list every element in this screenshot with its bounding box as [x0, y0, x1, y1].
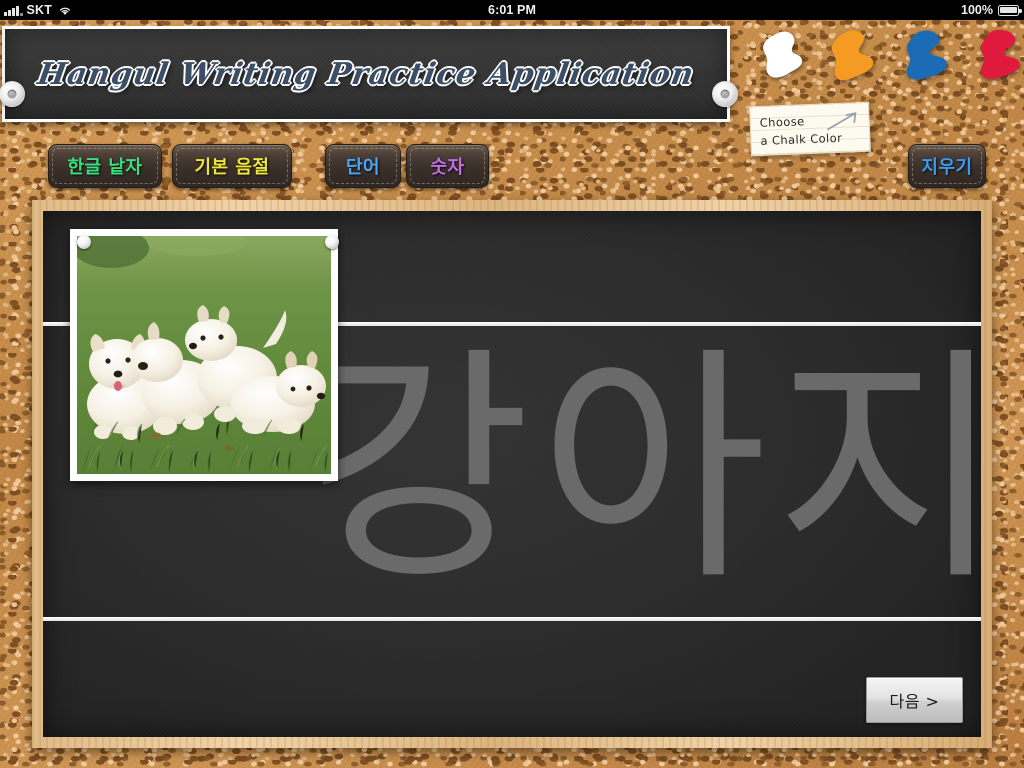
chalk-color-picker [756, 28, 1020, 92]
clock-label: 6:01 PM [488, 3, 536, 17]
status-bar-right: 100% [961, 3, 1022, 17]
blackboard-writing-area[interactable]: 강아지 다음 > [43, 211, 981, 737]
chalk-swatch-red[interactable] [970, 28, 1024, 88]
next-button-label: 다음 > [889, 692, 940, 711]
page-title: Hangul Writing Practice Application [35, 56, 697, 92]
screw-icon-right [712, 81, 738, 107]
title-plaque-panel: Hangul Writing Practice Application [2, 26, 730, 122]
chalk-swatch-orange[interactable] [824, 28, 886, 88]
status-bar: SKT 6:01 PM 100% [0, 0, 1024, 20]
app-root: SKT 6:01 PM 100% Hangul Writing Practice… [0, 0, 1024, 768]
blackboard-frame: 강아지 다음 > [32, 200, 992, 748]
note-line-1: Choose [759, 114, 805, 130]
arrow-up-right-icon [827, 112, 857, 131]
title-plaque: Hangul Writing Practice Application [0, 22, 738, 125]
word-photo-card [70, 229, 338, 481]
next-button[interactable]: 다음 > [866, 677, 963, 723]
blackboard-rule-line-bottom [43, 617, 981, 621]
menu-button-label: 단어 [345, 157, 381, 178]
battery-full-icon [998, 4, 1022, 16]
erase-button[interactable]: 지우기 [908, 144, 986, 188]
pushpin-icon-left [77, 235, 91, 249]
chalk-swatch-white[interactable] [758, 28, 820, 88]
menu-button-numbers[interactable]: 숫자 [406, 144, 489, 188]
menu-button-hangul-letters[interactable]: 한글 낱자 [48, 144, 162, 188]
puppies-photo [77, 236, 331, 474]
menu-button-label: 기본 음절 [194, 157, 270, 178]
screw-icon-left [0, 81, 25, 107]
trace-word: 강아지 [302, 326, 981, 615]
menu-button-label: 한글 낱자 [67, 157, 143, 178]
menu-button-basic-syllables[interactable]: 기본 음절 [172, 144, 292, 188]
menu-button-label: 숫자 [430, 157, 465, 178]
pushpin-icon-right [325, 235, 339, 249]
chalk-color-hint-note: Choose a Chalk Color [749, 101, 871, 157]
battery-percent-label: 100% [961, 3, 993, 17]
erase-button-label: 지우기 [921, 157, 973, 178]
note-line-2: a Chalk Color [760, 130, 843, 148]
chalk-swatch-blue[interactable] [898, 28, 960, 88]
menu-button-words[interactable]: 단어 [325, 144, 401, 188]
